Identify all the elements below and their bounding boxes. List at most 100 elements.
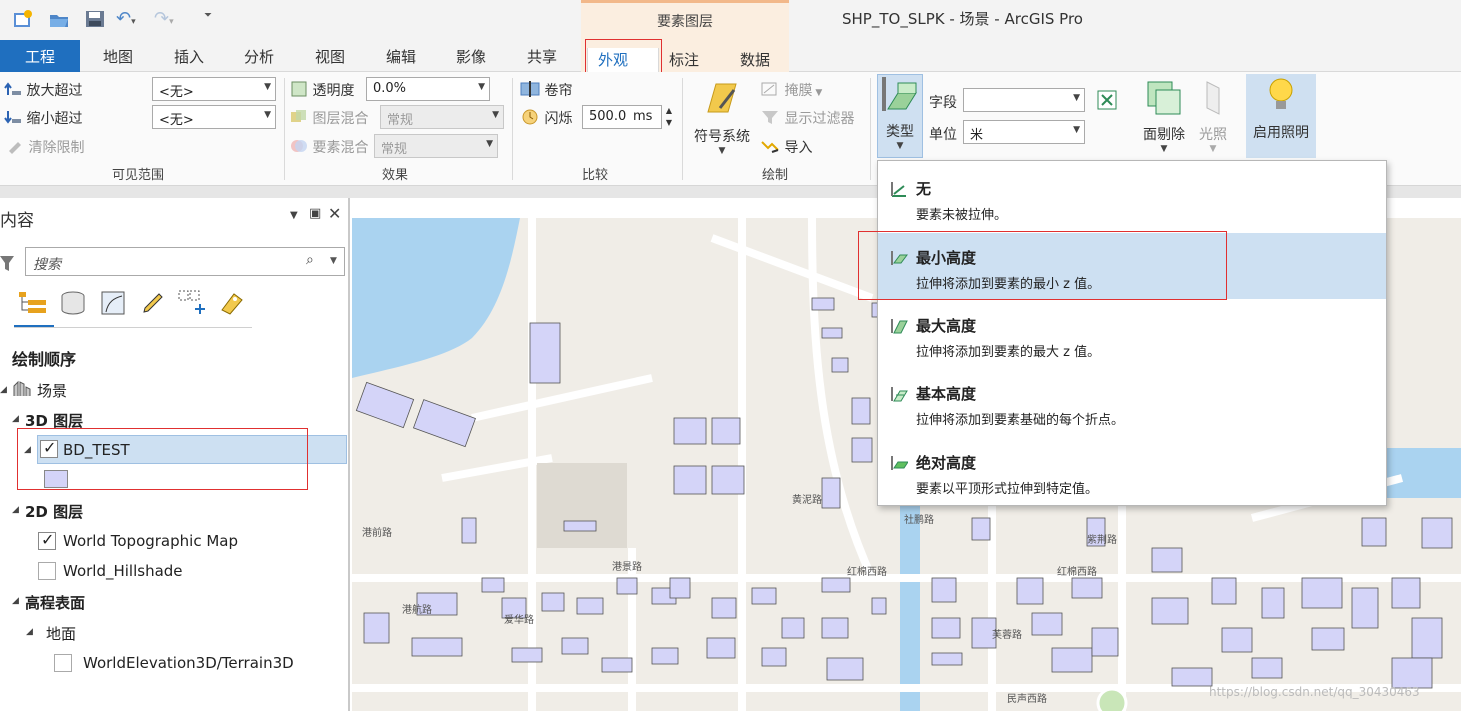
road-label: 芙蓉路	[992, 628, 1022, 641]
transparency-input[interactable]: 0.0% ▼	[366, 77, 490, 101]
display-filter-button[interactable]: 显示过滤器	[760, 108, 854, 129]
customize-toolbar-icon[interactable]: ⏷	[204, 10, 212, 21]
swipe-button[interactable]: 卷帘	[520, 80, 572, 101]
collapse-triangle-icon[interactable]: ◢	[0, 385, 7, 395]
symbology-button[interactable]: 符号系统 ▼	[690, 78, 754, 162]
import-button[interactable]: 导入	[760, 137, 812, 158]
swipe-icon	[520, 81, 540, 101]
group-2d-layers[interactable]: 2D 图层	[25, 501, 83, 522]
tab-underline	[14, 327, 252, 328]
extrusion-max-height-icon	[890, 317, 908, 339]
flicker-rate-spinner[interactable]: ▲ ▼	[662, 105, 676, 129]
clear-limits-button[interactable]: 清除限制	[6, 137, 84, 158]
list-by-labeling-icon[interactable]	[218, 290, 246, 320]
chevron-down-icon[interactable]: ▼	[330, 256, 337, 266]
tab-view[interactable]: 视图	[315, 46, 345, 67]
flicker-button[interactable]: 闪烁	[520, 108, 572, 129]
list-by-editing-icon[interactable]	[140, 290, 166, 320]
extrusion-option-max-height[interactable]: 最大高度 拉伸将添加到要素的最大 z 值。	[878, 301, 1386, 367]
list-by-selection-icon[interactable]	[100, 290, 126, 320]
maximize-icon[interactable]: ▣	[309, 206, 321, 221]
elevation-layer-label[interactable]: WorldElevation3D/Terrain3D	[83, 654, 294, 672]
zoom-in-beyond-select[interactable]: <无> ▼	[152, 77, 276, 101]
layer-blend-label: 图层混合	[312, 111, 369, 127]
tab-share[interactable]: 共享	[527, 46, 557, 67]
road-label: 港景路	[612, 560, 642, 573]
extrusion-type-button[interactable]: 类型 ▼	[877, 74, 923, 158]
feature-blend-label-wrap: 要素混合	[290, 137, 368, 158]
zoom-out-beyond-value: <无>	[159, 113, 194, 128]
layer-blend-icon	[290, 109, 308, 129]
face-culling-button[interactable]: 面剔除 ▼	[1138, 78, 1190, 162]
group-elevation-surfaces[interactable]: 高程表面	[25, 592, 85, 613]
drawing-group-label: 绘制	[762, 168, 789, 183]
feature-blend-select[interactable]: 常规 ▼	[374, 134, 498, 158]
pane-menu-icon[interactable]: ▼	[290, 210, 298, 221]
collapse-triangle-icon[interactable]: ◢	[12, 596, 19, 606]
unit-label: 单位	[929, 127, 957, 143]
extrusion-option-desc: 拉伸将添加到要素基础的每个折点。	[916, 413, 1125, 428]
road-label: 紫荆路	[1087, 533, 1117, 546]
tab-edit[interactable]: 编辑	[386, 46, 416, 67]
close-icon[interactable]: ✕	[328, 204, 341, 223]
chevron-down-icon: ▼	[264, 110, 271, 120]
zoom-in-beyond-button[interactable]: 放大超过	[4, 80, 82, 101]
hillshade-layer-label[interactable]: World_Hillshade	[63, 562, 183, 580]
extrusion-option-base-height[interactable]: 基本高度 拉伸将添加到要素基础的每个折点。	[878, 369, 1386, 435]
contents-pane: 内容 ▼ ▣ ✕ 搜索 ⌕ ▼ 绘制顺序 ◢ 场景 ◢ 3D 图层 ✓ BD_T…	[0, 198, 350, 711]
transparency-value: 0.0%	[373, 81, 407, 96]
elevation-checkbox[interactable]	[54, 654, 72, 672]
save-project-icon[interactable]	[84, 9, 106, 33]
import-label: 导入	[784, 140, 813, 156]
scene-label[interactable]: 场景	[37, 380, 67, 401]
undo-icon[interactable]: ↶▾	[116, 8, 136, 29]
filter-icon	[760, 109, 780, 129]
tab-insert[interactable]: 插入	[174, 46, 204, 67]
search-icon[interactable]: ⌕	[306, 252, 314, 268]
extrusion-icon	[880, 77, 920, 119]
scene-icon	[12, 378, 32, 402]
filter-icon[interactable]	[0, 254, 14, 276]
zoom-out-beyond-select[interactable]: <无> ▼	[152, 105, 276, 129]
zoom-out-beyond-label: 缩小超过	[26, 111, 83, 127]
layer-blend-select[interactable]: 常规 ▼	[380, 105, 504, 129]
light-bulb-icon	[1261, 78, 1301, 122]
list-by-source-icon[interactable]	[60, 290, 86, 320]
list-by-drawing-order-button[interactable]	[14, 284, 54, 328]
search-input[interactable]: 搜索 ⌕ ▼	[25, 247, 345, 276]
open-project-icon[interactable]	[48, 9, 70, 33]
list-by-snapping-icon[interactable]	[178, 290, 208, 320]
extrusion-none-icon	[890, 180, 908, 202]
tab-project[interactable]: 工程	[0, 40, 80, 72]
group-separator	[682, 78, 683, 180]
tab-data[interactable]: 数据	[740, 49, 770, 70]
clear-limits-icon	[6, 138, 24, 158]
window-title: SHP_TO_SLPK - 场景 - ArcGIS Pro	[842, 10, 1083, 28]
water-body-west	[352, 218, 520, 378]
field-select[interactable]: ▼	[963, 88, 1085, 112]
unit-value: 米	[970, 128, 984, 143]
collapse-triangle-icon[interactable]: ◢	[12, 414, 19, 424]
expression-icon[interactable]	[1097, 90, 1117, 114]
tab-labeling[interactable]: 标注	[669, 49, 699, 70]
tab-map[interactable]: 地图	[103, 46, 133, 67]
unit-select[interactable]: 米 ▼	[963, 120, 1085, 144]
chevron-down-icon: ▼	[1160, 144, 1168, 154]
topo-layer-label[interactable]: World Topographic Map	[63, 532, 238, 550]
mask-button[interactable]: 掩膜 ▼	[760, 80, 822, 101]
redo-icon[interactable]: ↷▾	[154, 8, 174, 29]
enable-lighting-button[interactable]: 启用照明	[1246, 74, 1316, 158]
flicker-rate-input[interactable]: 500.0 ms	[582, 105, 662, 129]
zoom-out-beyond-button[interactable]: 缩小超过	[4, 108, 82, 129]
lighting-button[interactable]: 光照 ▼	[1192, 78, 1234, 162]
ground-label[interactable]: 地面	[46, 623, 76, 644]
extrusion-option-none[interactable]: 无 要素未被拉伸。	[878, 164, 1386, 230]
tab-imagery[interactable]: 影像	[456, 46, 486, 67]
hillshade-checkbox[interactable]	[38, 562, 56, 580]
new-project-icon[interactable]	[12, 9, 34, 33]
collapse-triangle-icon[interactable]: ◢	[12, 505, 19, 515]
topo-checkbox[interactable]: ✓	[38, 530, 56, 550]
tab-analysis[interactable]: 分析	[244, 46, 274, 67]
collapse-triangle-icon[interactable]: ◢	[26, 627, 33, 637]
extrusion-option-absolute-height[interactable]: 绝对高度 要素以平顶形式拉伸到特定值。	[878, 438, 1386, 504]
